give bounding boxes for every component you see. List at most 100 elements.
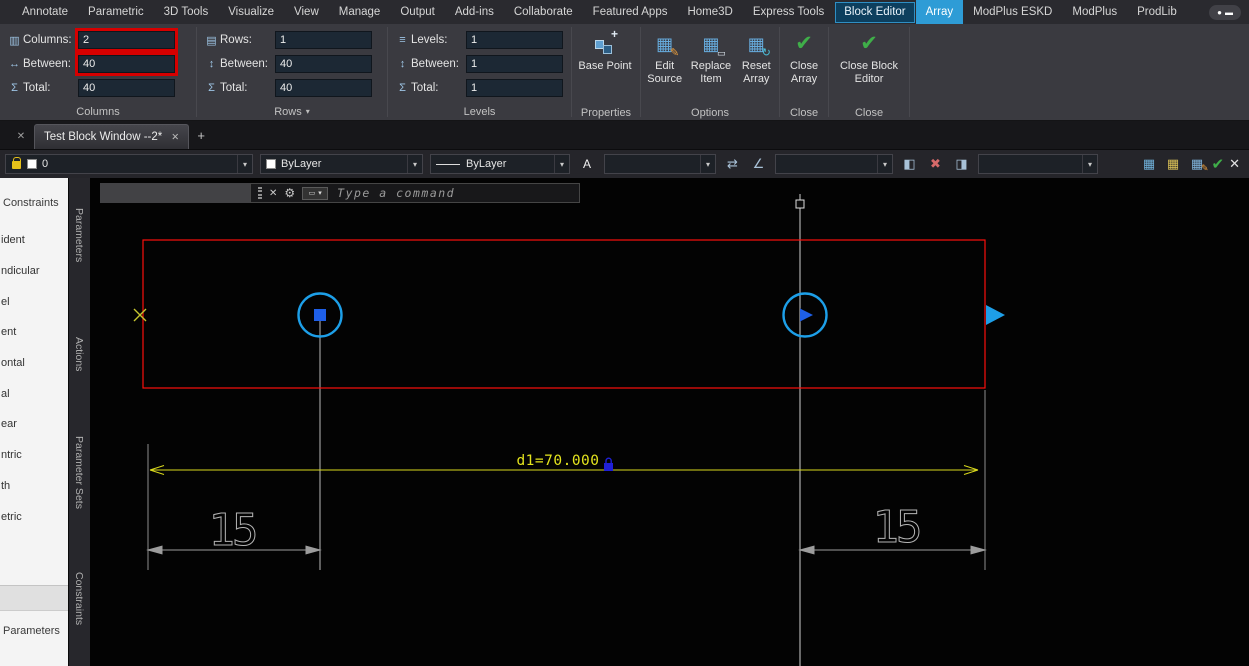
palette-item[interactable]: ontal	[0, 348, 68, 379]
cancel-icon[interactable]: ✕	[1229, 156, 1240, 172]
palette-tab-parameters[interactable]: Parameters	[73, 208, 85, 262]
block-outline-rect[interactable]	[142, 239, 986, 389]
palette-tab-constraints[interactable]: Constraints	[73, 572, 85, 625]
command-input[interactable]	[335, 185, 572, 201]
tab-prodlib[interactable]: ProdLib	[1127, 0, 1187, 24]
palette-item[interactable]: al	[0, 378, 68, 409]
tab-array[interactable]: Array	[915, 0, 964, 24]
layer-isolate-icon[interactable]: ▦	[1164, 156, 1183, 172]
tab-modplus[interactable]: ModPlus	[1062, 0, 1127, 24]
tab-view[interactable]: View	[284, 0, 329, 24]
palette-item[interactable]: etric	[0, 501, 68, 532]
layer-edit-icon[interactable]: ▦ ✎	[1188, 156, 1209, 173]
columns-between-label: Between:	[23, 58, 71, 70]
tab-collaborate[interactable]: Collaborate	[504, 0, 583, 24]
palette-item[interactable]: th	[0, 471, 68, 502]
tab-add-ins[interactable]: Add-ins	[445, 0, 504, 24]
chevron-down-icon[interactable]: ▾	[877, 155, 892, 173]
levels-count-input[interactable]	[466, 31, 563, 49]
tab-visualize[interactable]: Visualize	[218, 0, 284, 24]
linetype-dropdown[interactable]: ByLayer ▾	[430, 154, 570, 174]
plot-style-dropdown[interactable]: ▾	[978, 154, 1098, 174]
ribbon-options-button[interactable]: ● ▬	[1209, 4, 1241, 20]
tab-output[interactable]: Output	[390, 0, 445, 24]
match-properties-icon[interactable]: ⇄	[723, 156, 742, 172]
transparency-dropdown[interactable]: ▾	[775, 154, 893, 174]
close-block-editor-button[interactable]: ✔ Close Block Editor	[831, 26, 907, 106]
layer-color-swatch	[27, 159, 37, 169]
customize-wrench-icon[interactable]: ⚙	[284, 186, 295, 200]
chevron-down-icon[interactable]: ▾	[407, 155, 422, 173]
erase-icon[interactable]: ✖	[926, 156, 945, 172]
stretch-arrow-grip[interactable]	[986, 305, 1005, 325]
d1-dimension-label[interactable]: d1=70.000	[516, 453, 599, 469]
tab-annotate[interactable]: Annotate	[12, 0, 78, 24]
layer-dropdown[interactable]: 0 ▾	[5, 154, 253, 174]
tab-parametric[interactable]: Parametric	[78, 0, 154, 24]
rows-panel-expand-icon[interactable]: ▾	[306, 107, 310, 116]
text-style-button[interactable]: A	[577, 157, 597, 171]
columns-count-input[interactable]	[75, 28, 178, 52]
palette-tab-parameter-sets[interactable]: Parameter Sets	[73, 436, 85, 509]
tab-featured-apps[interactable]: Featured Apps	[583, 0, 678, 24]
rows-panel-title[interactable]: Rows ▾	[197, 103, 387, 120]
palette-item[interactable]: el	[0, 286, 68, 317]
palette-item[interactable]: ear	[0, 409, 68, 440]
command-line-grip-icon[interactable]	[258, 187, 262, 199]
rows-icon: ▤	[206, 34, 217, 47]
palette-item[interactable]: ndicular	[0, 256, 68, 287]
palette-item[interactable]: ent	[0, 317, 68, 348]
base-point-button[interactable]: + Base Point	[574, 26, 636, 106]
tab-manage[interactable]: Manage	[329, 0, 391, 24]
replace-item-button[interactable]: ▦ ▭ Replace Item	[688, 26, 733, 106]
dim-left-label: 15	[209, 505, 256, 556]
apply-check-icon[interactable]: ✔	[1212, 155, 1225, 173]
command-line-close-icon[interactable]: ✕	[269, 188, 277, 199]
chevron-down-icon[interactable]: ▾	[554, 155, 569, 173]
rows-total-input[interactable]	[275, 79, 372, 97]
rows-count-label: Rows:	[220, 34, 252, 46]
drawing-area[interactable]: d1=70.000 15 15 ✕ ⚙ ▭ ▾ Type a command	[90, 178, 1249, 666]
chevron-down-icon[interactable]: ▾	[1082, 155, 1097, 173]
grip-square-top[interactable]	[795, 199, 805, 209]
command-line-drag-handle[interactable]	[100, 183, 250, 203]
total-columns-icon: Σ	[11, 82, 18, 94]
file-tab-active[interactable]: Test Block Window --2* ✕	[34, 124, 190, 149]
arrow-grip[interactable]	[800, 308, 813, 322]
file-tab-close-icon[interactable]: ✕	[171, 132, 179, 143]
lineweight-dropdown[interactable]: ▾	[604, 154, 716, 174]
tab-modplus-eskd[interactable]: ModPlus ESKD	[963, 0, 1062, 24]
close-array-button[interactable]: ✔ Close Array	[782, 26, 826, 106]
levels-between-input[interactable]	[466, 55, 563, 73]
tab-block-editor[interactable]: Block Editor	[835, 1, 915, 23]
group-icon[interactable]: ◨	[952, 156, 971, 172]
tab-bar-close-icon[interactable]: ✕	[8, 131, 34, 149]
color-dropdown[interactable]: ByLayer ▾	[260, 154, 423, 174]
palette-tab-actions[interactable]: Actions	[73, 337, 85, 371]
columns-icon: ▥	[9, 34, 20, 47]
columns-total-input[interactable]	[78, 79, 175, 97]
rows-count-input[interactable]	[275, 31, 372, 49]
quick-select-icon[interactable]: ◧	[900, 156, 919, 172]
tab-express-tools[interactable]: Express Tools	[743, 0, 834, 24]
plus-icon: +	[610, 27, 618, 41]
columns-between-input[interactable]	[75, 52, 178, 76]
levels-panel: ≡ Levels: ↕ Between: Σ Total: Levels	[388, 24, 571, 120]
tab-home3d[interactable]: Home3D	[677, 0, 742, 24]
square-grip[interactable]	[314, 309, 326, 321]
palette-item[interactable]: ntric	[0, 440, 68, 471]
tab-3d-tools[interactable]: 3D Tools	[154, 0, 219, 24]
chevron-down-icon[interactable]: ▾	[700, 155, 715, 173]
reset-array-button[interactable]: ▦ ↻ Reset Array	[736, 26, 777, 106]
rows-between-input[interactable]	[275, 55, 372, 73]
levels-total-input[interactable]	[466, 79, 563, 97]
new-tab-button[interactable]: +	[189, 128, 213, 149]
layer-states-icon[interactable]: ▦	[1140, 156, 1159, 172]
recent-commands-button[interactable]: ▭ ▾	[302, 186, 329, 200]
chevron-down-icon[interactable]: ▾	[237, 155, 252, 173]
rows-total-label: Total:	[220, 82, 248, 94]
angle-measure-icon[interactable]: ∠	[749, 156, 768, 172]
palette-item-list: ident ndicular el ent ontal al ear ntric…	[0, 225, 68, 532]
edit-source-button[interactable]: ▦ ✎ Edit Source	[643, 26, 686, 106]
palette-item[interactable]: ident	[0, 225, 68, 256]
